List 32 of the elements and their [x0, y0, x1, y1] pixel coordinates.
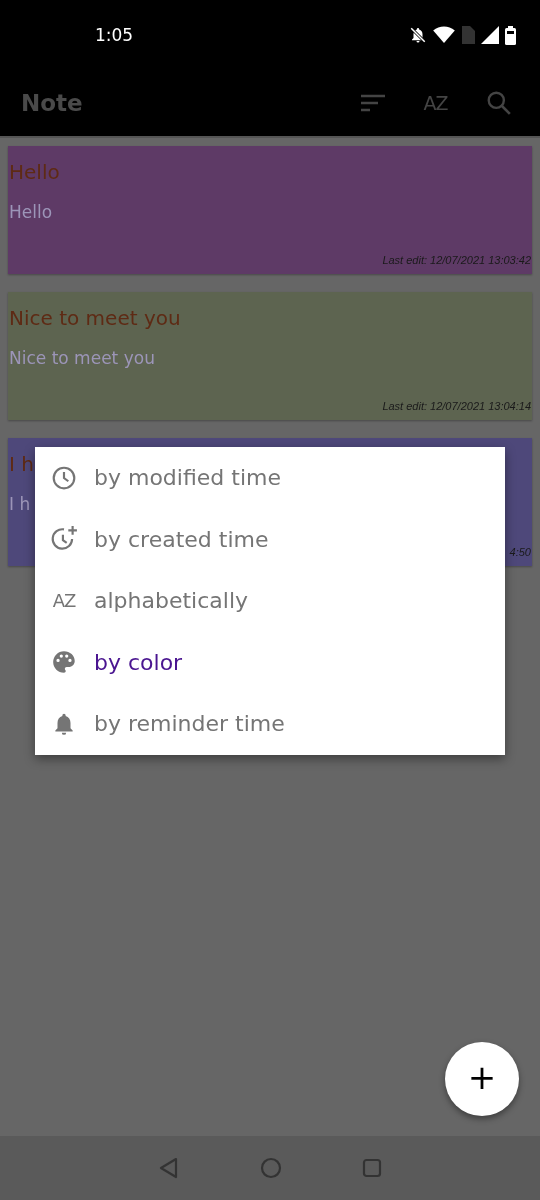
sort-option[interactable]: by modified time [35, 447, 505, 509]
battery-icon [505, 25, 516, 45]
clock-icon [51, 464, 77, 491]
sort-alpha-icon: AZ [52, 590, 76, 612]
bell-off-icon [409, 26, 427, 44]
note-card[interactable]: Nice to meet you Nice to meet you Last edit: 12/07/2021 13:04:14 [8, 292, 532, 420]
no-sim-icon [461, 26, 475, 44]
note-title: Nice to meet you [9, 306, 181, 330]
wifi-icon [433, 26, 455, 44]
last-edit-time: 4:50 [509, 546, 531, 558]
last-edit-time: Last edit: 12/07/2021 13:03:42 [382, 254, 531, 266]
search-icon [485, 90, 512, 116]
palette-icon [51, 649, 77, 676]
sort-option[interactable]: by color [35, 631, 505, 693]
sort-option[interactable]: by reminder time [35, 693, 505, 755]
note-body: Hello [9, 202, 53, 222]
note-title: I h [9, 452, 34, 476]
home-icon[interactable] [260, 1157, 282, 1179]
note-body: I h [9, 494, 31, 514]
note-title: Hello [9, 160, 60, 184]
recents-icon[interactable] [362, 1158, 382, 1178]
signal-icon [481, 26, 499, 44]
add-note-button[interactable]: + [445, 1042, 519, 1116]
back-icon[interactable] [158, 1157, 180, 1179]
last-edit-time: Last edit: 12/07/2021 13:04:14 [382, 400, 531, 412]
sort-icon [359, 93, 386, 113]
clock-time: 1:05 [95, 25, 135, 45]
note-body: Nice to meet you [9, 348, 155, 368]
note-card[interactable]: Hello Hello Last edit: 12/07/2021 13:03:42 [8, 146, 532, 274]
sort-option[interactable]: AZ alphabetically [35, 570, 505, 632]
sort-option[interactable]: by created time [35, 508, 505, 570]
app-title: Note [21, 90, 84, 116]
